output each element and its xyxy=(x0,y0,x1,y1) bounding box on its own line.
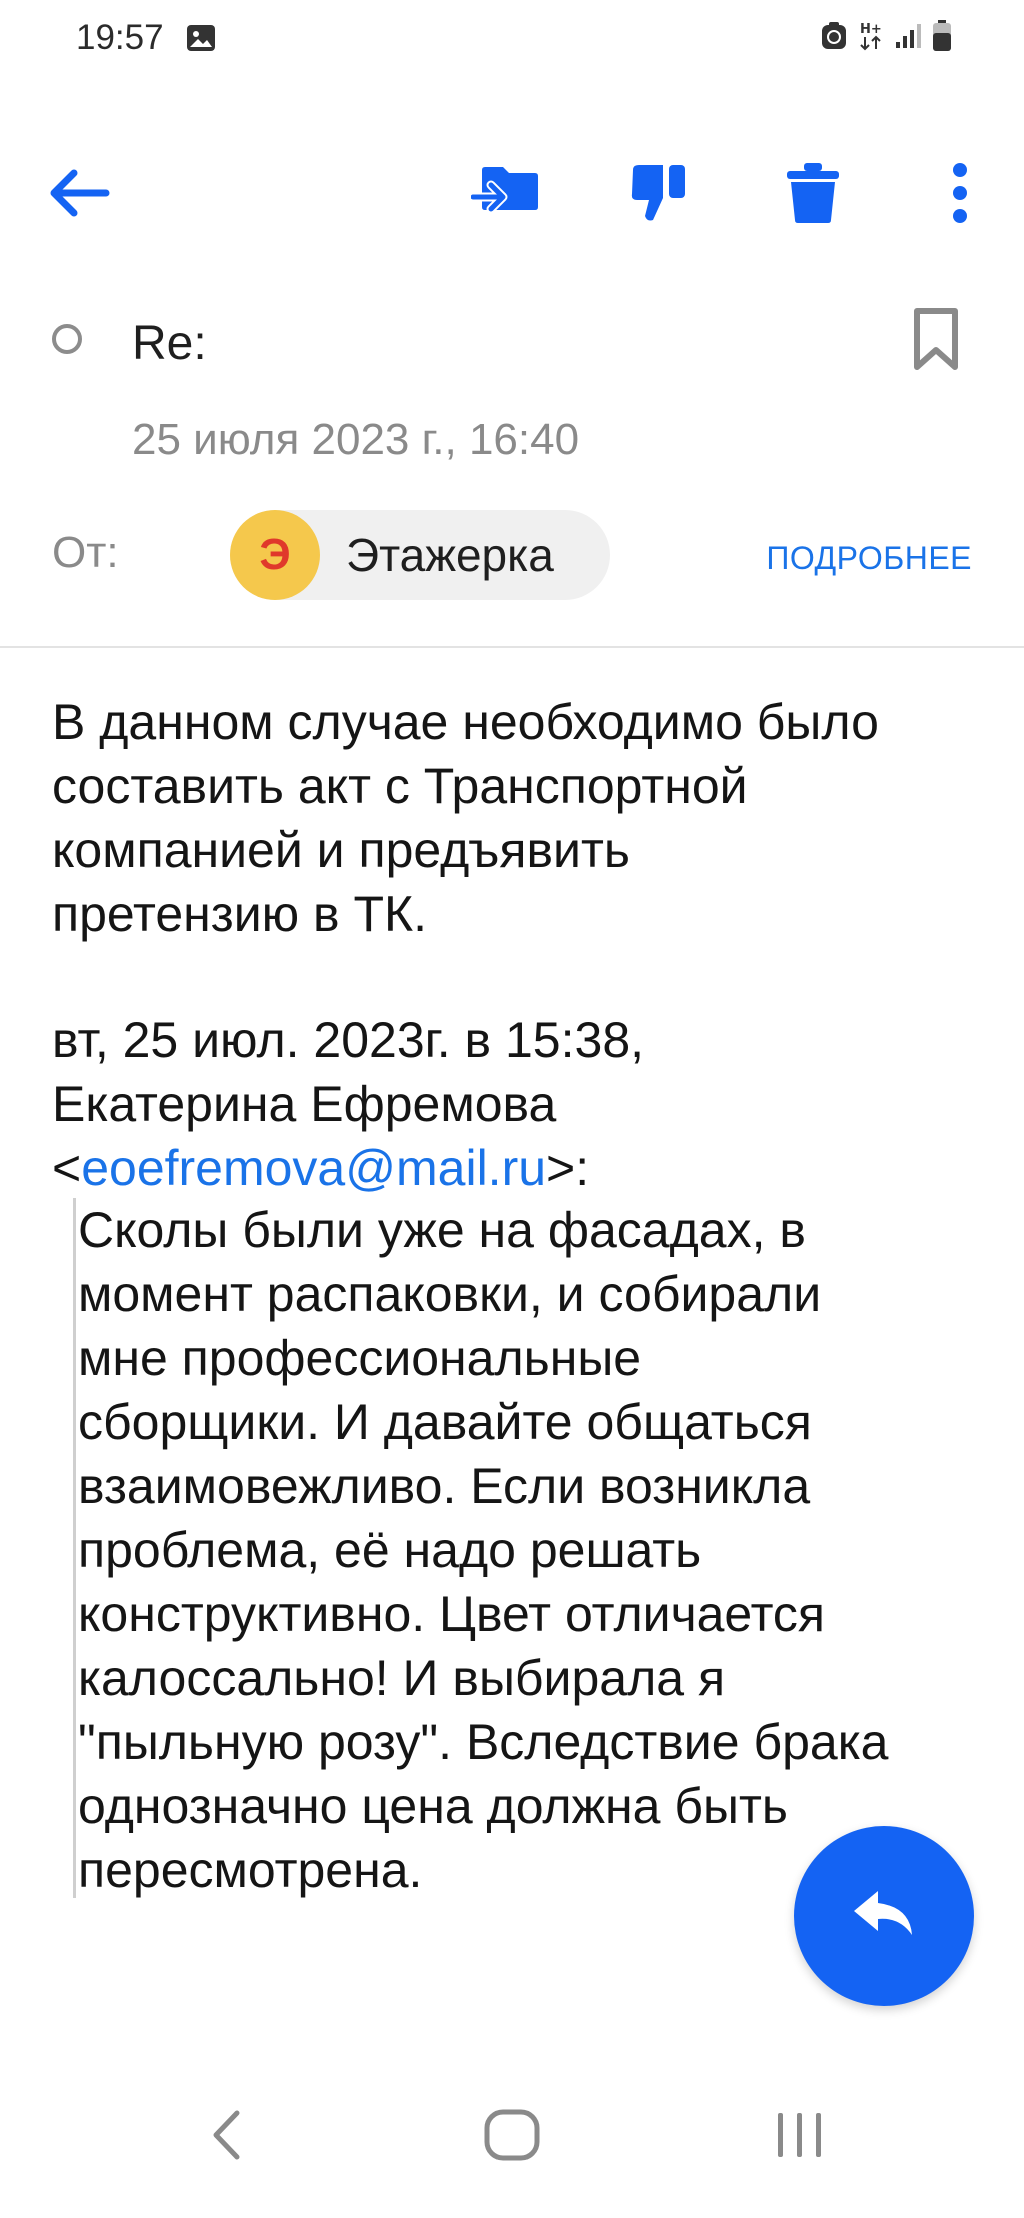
recycle-icon xyxy=(820,21,848,56)
nav-home-button[interactable] xyxy=(483,2109,541,2166)
back-button[interactable] xyxy=(44,160,114,230)
quote-line: сборщики. И давайте общаться xyxy=(78,1394,812,1450)
header-divider xyxy=(0,646,1024,648)
svg-text:H+: H+ xyxy=(860,22,882,37)
body-line: компанией и предъявить xyxy=(52,822,630,878)
nav-home-icon xyxy=(484,2109,540,2166)
status-time: 19:57 xyxy=(76,18,164,57)
quote-header: вт, 25 июл. 2023г. в 15:38, Екатерина Еф… xyxy=(52,1008,972,1200)
message-body: В данном случае необходимо было составит… xyxy=(52,690,972,946)
sender-chip[interactable]: Э Этажерка xyxy=(230,510,610,600)
quote-header-date: вт, 25 июл. 2023г. в 15:38, xyxy=(52,1012,645,1068)
message-subject: Re: xyxy=(132,317,207,370)
battery-icon xyxy=(932,20,952,57)
nav-back-icon xyxy=(211,2110,241,2165)
details-link[interactable]: ПОДРОБНЕЕ xyxy=(766,540,972,577)
quote-line: калоссально! И выбирала я xyxy=(78,1650,726,1706)
quote-line: "пыльную розу". Вследствие брака xyxy=(78,1714,889,1770)
more-options-button[interactable] xyxy=(935,160,985,230)
quote-line: конструктивно. Цвет отличается xyxy=(78,1586,825,1642)
delete-button[interactable] xyxy=(778,160,848,230)
nav-recents-button[interactable] xyxy=(770,2110,830,2164)
gallery-icon xyxy=(186,24,216,57)
bookmark-icon xyxy=(912,306,960,377)
quote-header-email-line: <eoefremova@mail.ru>: xyxy=(52,1136,972,1200)
nav-back-button[interactable] xyxy=(204,2110,248,2164)
data-hplus-icon: H+ xyxy=(858,20,884,57)
spam-button[interactable] xyxy=(624,160,694,230)
unread-toggle[interactable] xyxy=(52,324,82,354)
quote-line: взаимовежливо. Если возникла xyxy=(78,1458,811,1514)
quote-line: проблема, её надо решать xyxy=(78,1522,702,1578)
body-line: В данном случае необходимо было xyxy=(52,694,879,750)
status-icons: H+ xyxy=(820,20,952,57)
quote-line: однозначно цена должна быть xyxy=(78,1778,788,1834)
move-to-folder-button[interactable] xyxy=(468,160,540,230)
trash-icon xyxy=(786,162,840,229)
arrow-left-icon xyxy=(48,168,110,223)
body-line: составить акт с Транспортной xyxy=(52,758,748,814)
email-close-bracket: >: xyxy=(546,1140,590,1196)
avatar: Э xyxy=(230,510,320,600)
bookmark-button[interactable] xyxy=(904,306,968,376)
move-to-folder-icon xyxy=(468,163,539,228)
quote-bar xyxy=(73,1198,76,1898)
message-date: 25 июля 2023 г., 16:40 xyxy=(132,415,580,464)
more-vert-icon xyxy=(952,162,968,229)
quote-line: момент распаковки, и собирали xyxy=(78,1266,822,1322)
quote-line: Сколы были уже на фасадах, в xyxy=(78,1202,806,1258)
spam-thumbs-down-icon xyxy=(629,162,689,229)
quote-line: мне профессиональные xyxy=(78,1330,642,1386)
sender-name: Этажерка xyxy=(346,529,554,581)
quote-email-link[interactable]: eoefremova@mail.ru xyxy=(81,1140,546,1196)
nav-recents-icon xyxy=(774,2110,826,2165)
quoted-message: Сколы были уже на фасадах, в момент расп… xyxy=(78,1198,978,1902)
quote-header-author: Екатерина Ефремова xyxy=(52,1076,557,1132)
reply-icon xyxy=(852,1889,916,1944)
email-open-bracket: < xyxy=(52,1140,82,1196)
from-label: От: xyxy=(52,528,119,577)
body-line: претензию в ТК. xyxy=(52,886,428,942)
reply-button[interactable] xyxy=(794,1826,974,2006)
signal-icon xyxy=(894,22,922,55)
